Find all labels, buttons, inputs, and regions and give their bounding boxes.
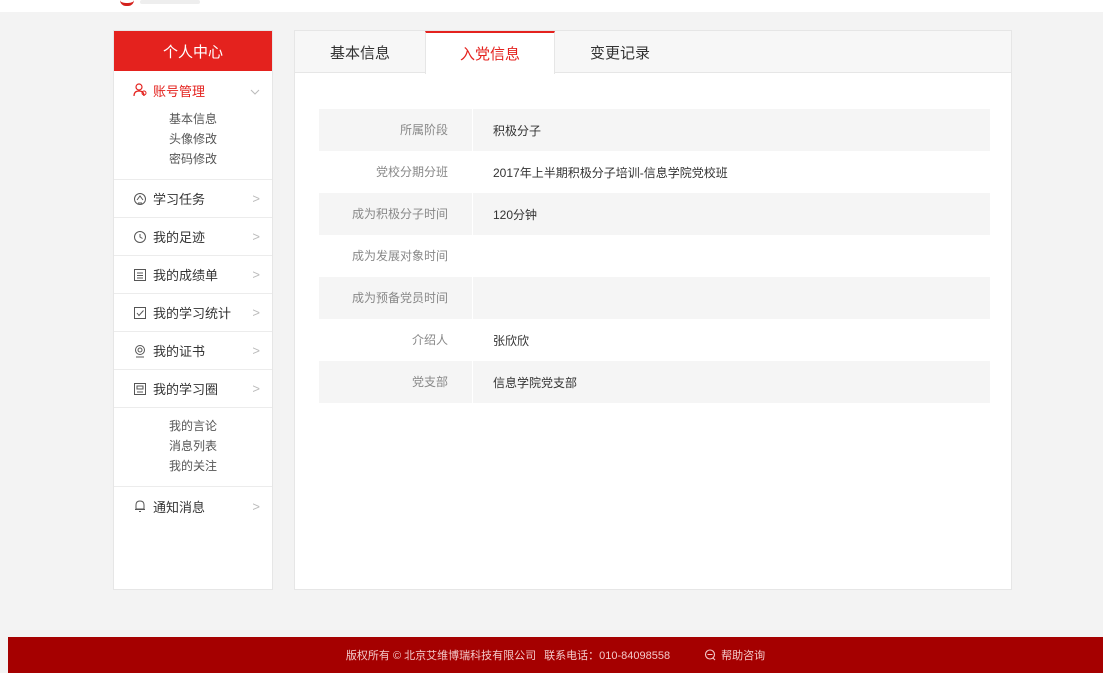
chevron-right-icon: > bbox=[252, 498, 260, 514]
chevron-down-icon bbox=[250, 83, 260, 98]
info-label: 党校分期分班 bbox=[319, 151, 473, 193]
sidebar-item-circle[interactable]: 我的学习圈 > bbox=[114, 370, 272, 408]
info-row: 成为发展对象时间 bbox=[319, 235, 990, 277]
tab-party-info[interactable]: 入党信息 bbox=[425, 31, 555, 74]
footer-copyright: 版权所有 © 北京艾维博瑞科技有限公司 bbox=[345, 650, 537, 662]
task-icon bbox=[132, 191, 147, 206]
logo-icon bbox=[120, 0, 134, 6]
tab-basic-info[interactable]: 基本信息 bbox=[295, 31, 425, 73]
submenu-following[interactable]: 我的关注 bbox=[114, 456, 272, 476]
info-row: 介绍人 张欣欣 bbox=[319, 319, 990, 361]
certificate-icon bbox=[132, 343, 147, 358]
sidebar-item-certificate[interactable]: 我的证书 > bbox=[114, 332, 272, 370]
info-label: 成为预备党员时间 bbox=[319, 277, 473, 319]
sidebar-item-label: 通知消息 bbox=[153, 499, 206, 515]
info-row: 所属阶段 积极分子 bbox=[319, 109, 990, 151]
report-icon bbox=[132, 267, 147, 282]
info-value: 张欣欣 bbox=[493, 333, 530, 348]
submenu-password[interactable]: 密码修改 bbox=[114, 149, 272, 169]
logo-text-fragment bbox=[140, 0, 200, 4]
sidebar-item-label: 我的证书 bbox=[153, 344, 206, 359]
help-consult-link[interactable]: 帮助咨询 bbox=[704, 647, 765, 663]
info-value: 120分钟 bbox=[493, 207, 538, 222]
help-consult-label: 帮助咨询 bbox=[721, 650, 766, 662]
tab-bar: 基本信息 入党信息 变更记录 bbox=[295, 31, 1011, 74]
submenu-avatar[interactable]: 头像修改 bbox=[114, 129, 272, 149]
sidebar-item-label: 我的足迹 bbox=[153, 230, 206, 245]
sidebar-item-label: 学习任务 bbox=[153, 192, 206, 207]
info-label: 成为积极分子时间 bbox=[319, 193, 473, 235]
sidebar-item-label: 我的学习统计 bbox=[153, 306, 232, 321]
history-icon bbox=[132, 229, 147, 244]
sidebar-item-label: 我的学习圈 bbox=[153, 382, 219, 397]
info-label: 介绍人 bbox=[319, 319, 473, 361]
user-icon bbox=[132, 83, 147, 98]
info-row: 党支部 信息学院党支部 bbox=[319, 361, 990, 403]
footer-phone: 联系电话：010-84098558 bbox=[544, 650, 671, 662]
info-row: 党校分期分班 2017年上半期积极分子培训-信息学院党校班 bbox=[319, 151, 990, 193]
sidebar-item-report[interactable]: 我的成绩单 > bbox=[114, 256, 272, 294]
bell-icon bbox=[132, 499, 147, 514]
submenu-basic-info[interactable]: 基本信息 bbox=[114, 109, 272, 129]
tab-change-log[interactable]: 变更记录 bbox=[555, 31, 685, 73]
top-header-strip bbox=[0, 0, 1103, 12]
info-label: 所属阶段 bbox=[319, 109, 473, 151]
info-row: 成为预备党员时间 bbox=[319, 277, 990, 319]
sidebar-title[interactable]: 个人中心 bbox=[114, 31, 272, 71]
chat-icon bbox=[704, 649, 716, 661]
chevron-right-icon: > bbox=[252, 267, 260, 282]
chevron-right-icon: > bbox=[252, 305, 260, 320]
info-label: 成为发展对象时间 bbox=[319, 235, 473, 277]
sidebar-item-notice[interactable]: 通知消息 > bbox=[114, 487, 272, 525]
chevron-right-icon: > bbox=[252, 343, 260, 358]
circle-icon bbox=[132, 381, 147, 396]
info-value: 积极分子 bbox=[493, 123, 542, 138]
footer: 版权所有 © 北京艾维博瑞科技有限公司 联系电话：010-84098558 帮助… bbox=[8, 637, 1103, 673]
main-panel: 基本信息 入党信息 变更记录 所属阶段 积极分子 党校分期分班 2017年上半期… bbox=[294, 30, 1012, 590]
sidebar-item-label: 我的成绩单 bbox=[153, 268, 219, 283]
sidebar-item-tasks[interactable]: 学习任务 > bbox=[114, 180, 272, 218]
info-value: 2017年上半期积极分子培训-信息学院党校班 bbox=[493, 165, 728, 180]
submenu-my-posts[interactable]: 我的言论 bbox=[114, 416, 272, 436]
party-info-table: 所属阶段 积极分子 党校分期分班 2017年上半期积极分子培训-信息学院党校班 … bbox=[319, 109, 990, 403]
checkbox-icon bbox=[132, 305, 147, 320]
sidebar: 个人中心 账号管理 基本信息 头像修改 密码修改 学习任务 > 我的足迹 > 我… bbox=[113, 30, 273, 590]
chevron-right-icon: > bbox=[252, 381, 260, 396]
info-label: 党支部 bbox=[319, 361, 473, 403]
sidebar-item-label: 账号管理 bbox=[153, 83, 206, 99]
account-submenu: 基本信息 头像修改 密码修改 bbox=[114, 109, 272, 180]
info-value: 信息学院党支部 bbox=[493, 375, 578, 390]
sidebar-item-stats[interactable]: 我的学习统计 > bbox=[114, 294, 272, 332]
chevron-right-icon: > bbox=[252, 229, 260, 244]
sidebar-item-history[interactable]: 我的足迹 > bbox=[114, 218, 272, 256]
circle-submenu: 我的言论 消息列表 我的关注 bbox=[114, 408, 272, 487]
info-row: 成为积极分子时间 120分钟 bbox=[319, 193, 990, 235]
sidebar-item-account[interactable]: 账号管理 bbox=[114, 71, 272, 109]
submenu-messages[interactable]: 消息列表 bbox=[114, 436, 272, 456]
chevron-right-icon: > bbox=[252, 191, 260, 206]
